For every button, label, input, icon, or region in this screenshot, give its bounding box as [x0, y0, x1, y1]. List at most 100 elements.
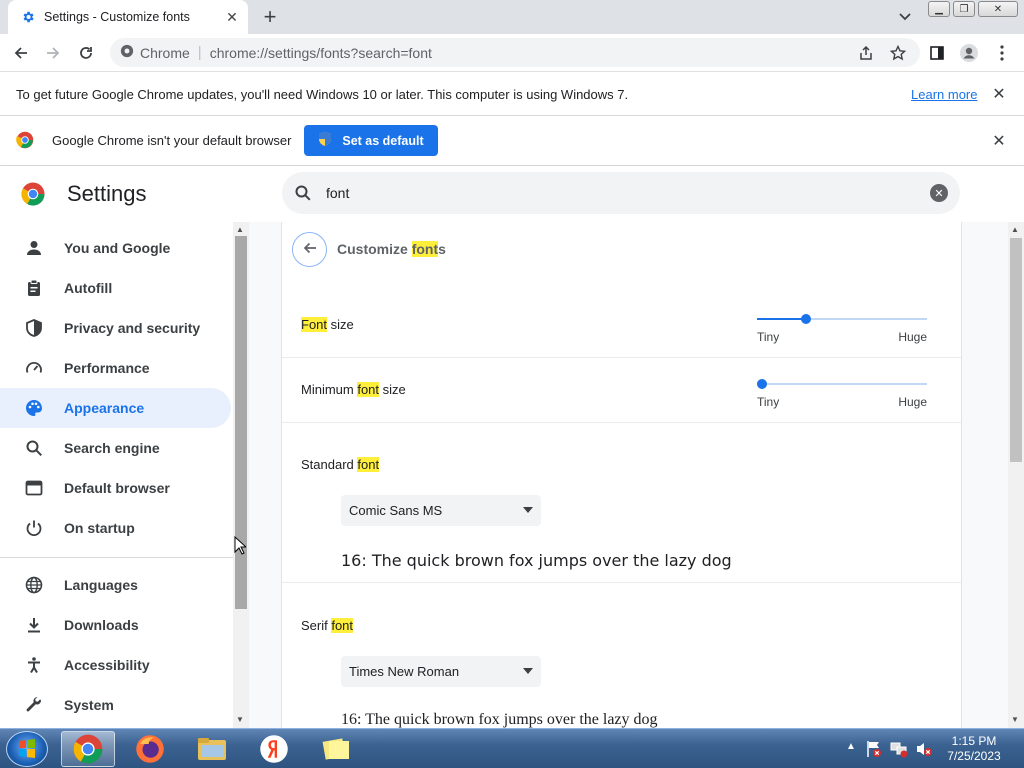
show-hidden-icons-icon[interactable]: ▲	[846, 741, 856, 752]
taskbar-app-chrome[interactable]	[61, 731, 115, 767]
update-infobar: To get future Google Chrome updates, you…	[0, 72, 1024, 116]
sidebar-item-you-and-google[interactable]: You and Google	[0, 228, 231, 268]
download-icon	[24, 615, 44, 635]
sidebar-item-appearance[interactable]: Appearance	[0, 388, 231, 428]
sidebar-item-label: Autofill	[64, 280, 113, 296]
font-size-slider[interactable]: Tiny Huge	[757, 309, 927, 345]
slider-knob[interactable]	[801, 314, 811, 324]
network-icon[interactable]	[890, 740, 908, 761]
address-bar[interactable]: Chrome | chrome://settings/fonts?search=…	[110, 38, 920, 67]
side-panel-icon[interactable]	[927, 43, 947, 63]
sidebar-scrollbar[interactable]: ▲ ▼	[233, 222, 249, 728]
sidebar-item-label: Downloads	[64, 617, 139, 633]
taskbar-app-yandex[interactable]	[247, 731, 301, 767]
font-size-label: Font size	[301, 317, 354, 332]
sidebar-item-search-engine[interactable]: Search engine	[0, 428, 231, 468]
windows-taskbar: ▲ 1:15 PM 7/25/2023	[0, 728, 1024, 768]
scroll-up-arrow-icon[interactable]: ▲	[236, 225, 244, 234]
close-icon[interactable]: ✕	[991, 86, 1007, 103]
chrome-logo-icon	[16, 131, 34, 152]
main-scrollbar-thumb[interactable]	[1010, 238, 1022, 462]
bookmark-star-icon[interactable]	[889, 44, 907, 62]
slider-max-label: Huge	[898, 330, 927, 344]
serif-font-select[interactable]: Times New Roman	[341, 656, 541, 687]
tab-settings[interactable]: Settings - Customize fonts ✕	[8, 0, 248, 34]
set-as-default-button[interactable]: Set as default	[304, 125, 438, 156]
omnibox-site-label: Chrome	[140, 44, 190, 61]
start-button[interactable]	[6, 731, 48, 767]
action-center-flag-icon[interactable]	[866, 740, 882, 761]
tab-close-icon[interactable]: ✕	[222, 7, 242, 27]
omnibox-separator: |	[197, 44, 202, 61]
window-close-button[interactable]: ✕	[978, 1, 1018, 17]
sidebar-item-label: Appearance	[64, 400, 145, 416]
taskbar-clock[interactable]: 1:15 PM 7/25/2023	[930, 734, 1018, 764]
sidebar-item-languages[interactable]: Languages	[0, 565, 231, 605]
kebab-menu-icon[interactable]	[992, 43, 1012, 63]
standard-font-sample: 16: The quick brown fox jumps over the l…	[341, 551, 732, 570]
search-icon	[294, 184, 312, 202]
gear-icon	[20, 9, 36, 25]
serif-font-value: Times New Roman	[349, 664, 460, 679]
close-icon[interactable]: ✕	[991, 133, 1007, 150]
tab-search-chevron-icon[interactable]	[894, 6, 916, 28]
slider-fill	[757, 318, 806, 320]
sidebar-item-system[interactable]: System	[0, 685, 231, 725]
scroll-up-arrow-icon[interactable]: ▲	[1011, 225, 1019, 234]
clear-search-icon[interactable]: ✕	[930, 184, 948, 202]
sidebar-item-on-startup[interactable]: On startup	[0, 508, 231, 548]
serif-font-label: Serif font	[301, 618, 354, 633]
sidebar-item-downloads[interactable]: Downloads	[0, 605, 231, 645]
settings-header: Settings ✕	[0, 166, 1024, 222]
speedometer-icon	[24, 358, 44, 378]
sidebar-item-label: Search engine	[64, 440, 160, 456]
sidebar-item-performance[interactable]: Performance	[0, 348, 231, 388]
main-scrollbar[interactable]: ▲ ▼	[1008, 222, 1024, 728]
arrow-left-icon	[302, 240, 318, 259]
customize-fonts-card: Customize fonts Font size Tiny Huge Mini…	[281, 222, 962, 728]
reload-icon[interactable]	[73, 40, 99, 66]
chrome-logo-icon	[21, 182, 45, 206]
scroll-down-arrow-icon[interactable]: ▼	[1011, 715, 1019, 724]
taskbar-app-file-explorer[interactable]	[185, 731, 239, 767]
sidebar-item-privacy-and-security[interactable]: Privacy and security	[0, 308, 231, 348]
mouse-cursor-icon	[234, 535, 248, 558]
standard-font-select[interactable]: Comic Sans MS	[341, 495, 541, 526]
slider-track	[757, 383, 927, 385]
forward-arrow-icon[interactable]	[40, 40, 66, 66]
sidebar-item-default-browser[interactable]: Default browser	[0, 468, 231, 508]
windows-logo-icon	[19, 739, 35, 758]
standard-font-value: Comic Sans MS	[349, 503, 443, 518]
palette-icon	[24, 398, 44, 418]
sidebar-item-autofill[interactable]: Autofill	[0, 268, 231, 308]
profile-avatar-icon[interactable]	[959, 43, 979, 63]
sidebar-item-accessibility[interactable]: Accessibility	[0, 645, 231, 685]
sidebar-item-label: Accessibility	[64, 657, 150, 673]
slider-min-label: Tiny	[757, 395, 780, 409]
taskbar-app-sticky-notes[interactable]	[309, 731, 363, 767]
taskbar-app-firefox[interactable]	[123, 731, 177, 767]
search-input[interactable]	[326, 182, 886, 204]
uac-shield-icon	[318, 131, 332, 150]
sidebar-item-label: Languages	[64, 577, 138, 593]
restore-button[interactable]: ❐	[953, 1, 975, 17]
sidebar-item-label: You and Google	[64, 240, 171, 256]
clock-time: 1:15 PM	[951, 734, 997, 748]
set-as-default-label: Set as default	[342, 133, 424, 148]
new-tab-button[interactable]: +	[258, 4, 282, 29]
minimum-font-size-slider[interactable]: Tiny Huge	[757, 374, 927, 410]
back-arrow-icon[interactable]	[8, 40, 34, 66]
scroll-down-arrow-icon[interactable]: ▼	[236, 715, 244, 724]
share-icon[interactable]	[857, 44, 875, 62]
slider-max-label: Huge	[898, 395, 927, 409]
back-button[interactable]	[292, 232, 327, 267]
sidebar-divider	[0, 557, 233, 558]
chrome-icon	[73, 734, 103, 764]
slider-knob[interactable]	[757, 379, 767, 389]
chrome-site-icon	[120, 44, 134, 61]
tab-strip: Settings - Customize fonts ✕ + ▁ ❐ ✕	[0, 0, 1024, 34]
serif-font-sample: 16: The quick brown fox jumps over the l…	[341, 711, 658, 728]
learn-more-link[interactable]: Learn more	[911, 87, 977, 102]
dropdown-arrow-icon	[523, 507, 533, 513]
minimize-button[interactable]: ▁	[928, 1, 950, 17]
